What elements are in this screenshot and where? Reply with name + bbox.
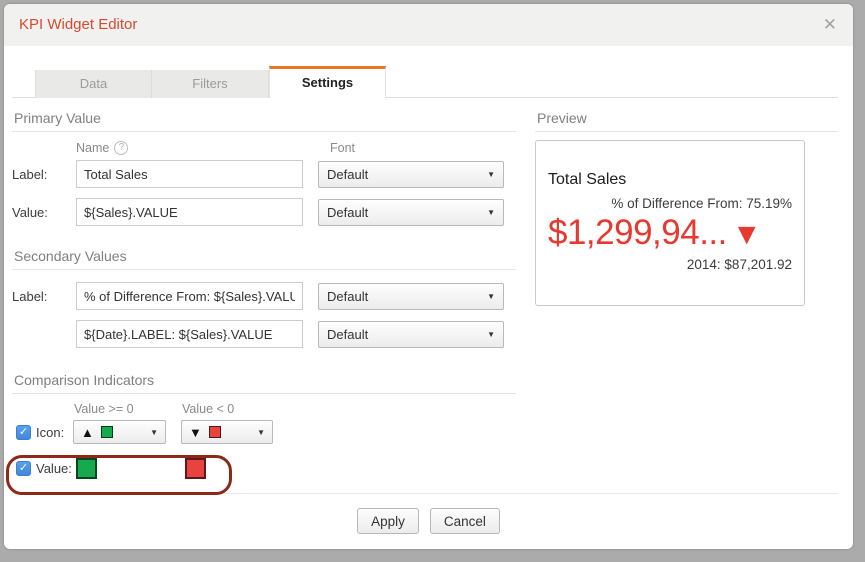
preview-section-title: Preview bbox=[535, 110, 838, 132]
comparison-indicators-section-title: Comparison Indicators bbox=[12, 372, 516, 394]
positive-value-color-swatch[interactable] bbox=[76, 458, 97, 479]
primary-value-section-title: Primary Value bbox=[12, 110, 516, 132]
primary-label-caption: Label: bbox=[12, 166, 48, 182]
negative-icon-select[interactable]: ▼ ▼ bbox=[181, 420, 273, 444]
tab-bar: Data Filters Settings bbox=[35, 66, 386, 98]
value-checkbox[interactable]: ✓ bbox=[16, 461, 31, 476]
apply-button[interactable]: Apply bbox=[357, 508, 419, 534]
positive-icon-select[interactable]: ▲ ▼ bbox=[73, 420, 166, 444]
kpi-preview-card: Total Sales % of Difference From: 75.19%… bbox=[535, 140, 805, 306]
kpi-secondary-bottom: 2014: $87,201.92 bbox=[686, 257, 792, 272]
icon-row-caption: Icon: bbox=[36, 424, 65, 440]
chevron-down-icon: ▼ bbox=[150, 427, 158, 437]
tab-data[interactable]: Data bbox=[35, 70, 152, 98]
negative-column-header: Value < 0 bbox=[182, 402, 235, 416]
settings-form: Primary Value Name ? Font Label: Default… bbox=[12, 100, 516, 479]
value-indicator-row: ✓ Value: bbox=[12, 458, 516, 479]
primary-label-input[interactable] bbox=[76, 160, 303, 188]
secondary-font-select-2[interactable]: Default ▼ bbox=[318, 320, 504, 348]
secondary-label-row-2: Default ▼ bbox=[12, 320, 516, 348]
kpi-primary-value: $1,299,94... bbox=[548, 213, 727, 252]
chevron-down-icon: ▼ bbox=[487, 329, 495, 339]
chevron-down-icon: ▼ bbox=[487, 169, 495, 179]
up-triangle-icon: ▲ bbox=[81, 424, 94, 440]
preview-panel: Preview Total Sales % of Difference From… bbox=[535, 100, 838, 306]
icon-indicator-row: ✓ Icon: ▲ ▼ ▼ ▼ bbox=[12, 420, 516, 444]
close-icon[interactable]: ✕ bbox=[823, 4, 837, 46]
name-column-header: Name ? bbox=[76, 141, 129, 155]
positive-column-header: Value >= 0 bbox=[74, 402, 134, 416]
tab-settings[interactable]: Settings bbox=[269, 66, 386, 98]
down-triangle-icon: ▼ bbox=[189, 424, 202, 440]
secondary-label-input-2[interactable] bbox=[76, 320, 303, 348]
primary-value-caption: Value: bbox=[12, 204, 48, 220]
footer-buttons: Apply Cancel bbox=[4, 508, 853, 534]
secondary-label-row-1: Label: Default ▼ bbox=[12, 282, 516, 310]
cancel-button[interactable]: Cancel bbox=[429, 508, 500, 534]
dialog-header: KPI Widget Editor ✕ bbox=[4, 4, 853, 46]
font-column-header: Font bbox=[330, 141, 356, 155]
chevron-down-icon: ▼ bbox=[487, 207, 495, 217]
positive-color-icon bbox=[100, 426, 113, 438]
secondary-values-section-title: Secondary Values bbox=[12, 248, 516, 270]
kpi-widget-editor-dialog: KPI Widget Editor ✕ Data Filters Setting… bbox=[4, 4, 853, 549]
footer-separator bbox=[12, 493, 838, 494]
help-icon[interactable]: ? bbox=[114, 141, 129, 155]
comparison-column-headers: Value >= 0 Value < 0 bbox=[12, 402, 516, 418]
primary-label-font-select[interactable]: Default ▼ bbox=[318, 160, 504, 188]
down-triangle-icon: ▼ bbox=[731, 218, 762, 251]
icon-checkbox[interactable]: ✓ bbox=[16, 424, 31, 440]
secondary-label-input-1[interactable] bbox=[76, 282, 303, 310]
secondary-font-select-1[interactable]: Default ▼ bbox=[318, 282, 504, 310]
negative-color-icon bbox=[208, 426, 221, 438]
chevron-down-icon: ▼ bbox=[257, 427, 265, 437]
negative-value-color-swatch[interactable] bbox=[185, 458, 206, 479]
primary-column-headers: Name ? Font bbox=[12, 140, 516, 156]
primary-value-row: Value: Default ▼ bbox=[12, 198, 516, 226]
tab-filters[interactable]: Filters bbox=[152, 70, 269, 98]
kpi-label: Total Sales bbox=[548, 171, 627, 188]
kpi-primary-value-line: $1,299,94... ▼ bbox=[548, 213, 792, 253]
primary-label-row: Label: Default ▼ bbox=[12, 160, 516, 188]
secondary-label-caption: Label: bbox=[12, 288, 48, 304]
value-row-caption: Value: bbox=[36, 461, 72, 476]
primary-value-input[interactable] bbox=[76, 198, 303, 226]
chevron-down-icon: ▼ bbox=[487, 291, 495, 301]
primary-value-font-select[interactable]: Default ▼ bbox=[318, 198, 504, 226]
dialog-title: KPI Widget Editor bbox=[19, 16, 138, 33]
kpi-secondary-top: % of Difference From: 75.19% bbox=[611, 196, 792, 211]
